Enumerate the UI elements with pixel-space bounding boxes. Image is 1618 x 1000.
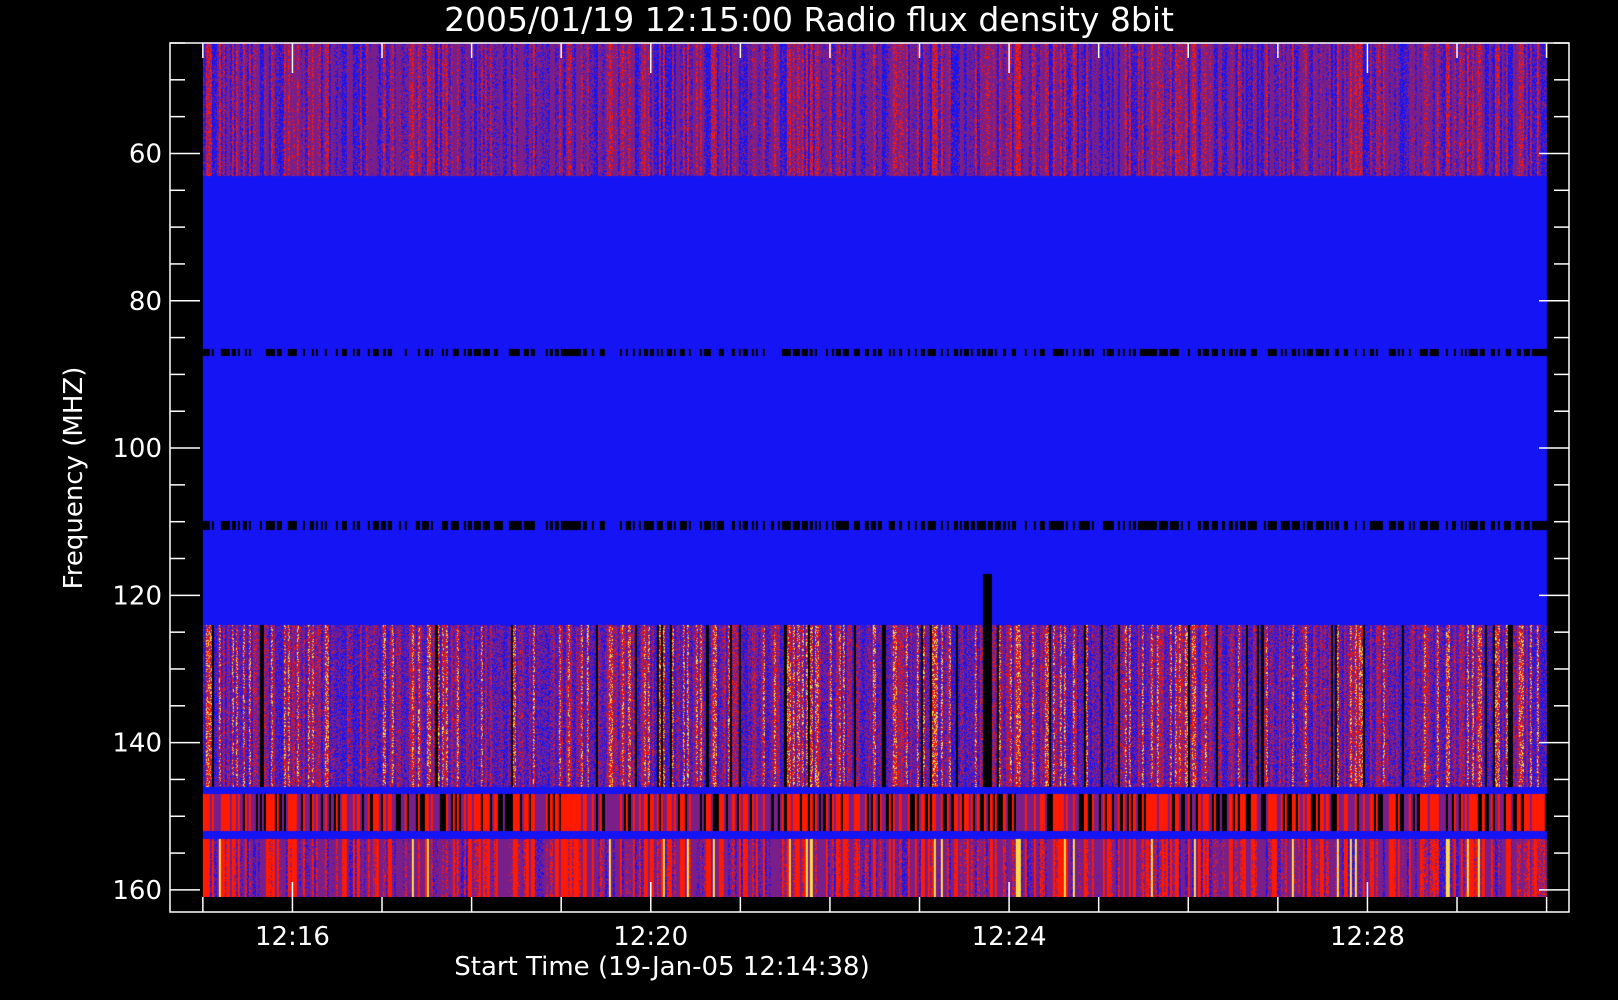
y-axis-label: Frequency (MHZ) (59, 367, 89, 590)
x-axis-label: Start Time (19-Jan-05 12:14:38) (454, 952, 869, 982)
spectrogram-image (202, 43, 1547, 897)
y-tick-label: 120 (112, 581, 162, 611)
y-tick-label: 80 (129, 287, 162, 317)
x-tick-label: 12:16 (255, 922, 330, 952)
x-tick-label: 12:28 (1330, 922, 1405, 952)
y-tick-label: 160 (112, 876, 162, 906)
spectrogram-figure: 2005/01/19 12:15:00 Radio flux density 8… (0, 0, 1618, 1000)
y-tick-label: 60 (129, 139, 162, 169)
y-tick-label: 140 (112, 729, 162, 759)
x-tick-label: 12:24 (972, 922, 1047, 952)
spectrogram-heatmap (202, 43, 1547, 897)
y-tick-label: 100 (112, 434, 162, 464)
chart-title: 2005/01/19 12:15:00 Radio flux density 8… (444, 0, 1174, 39)
x-tick-label: 12:20 (613, 922, 688, 952)
